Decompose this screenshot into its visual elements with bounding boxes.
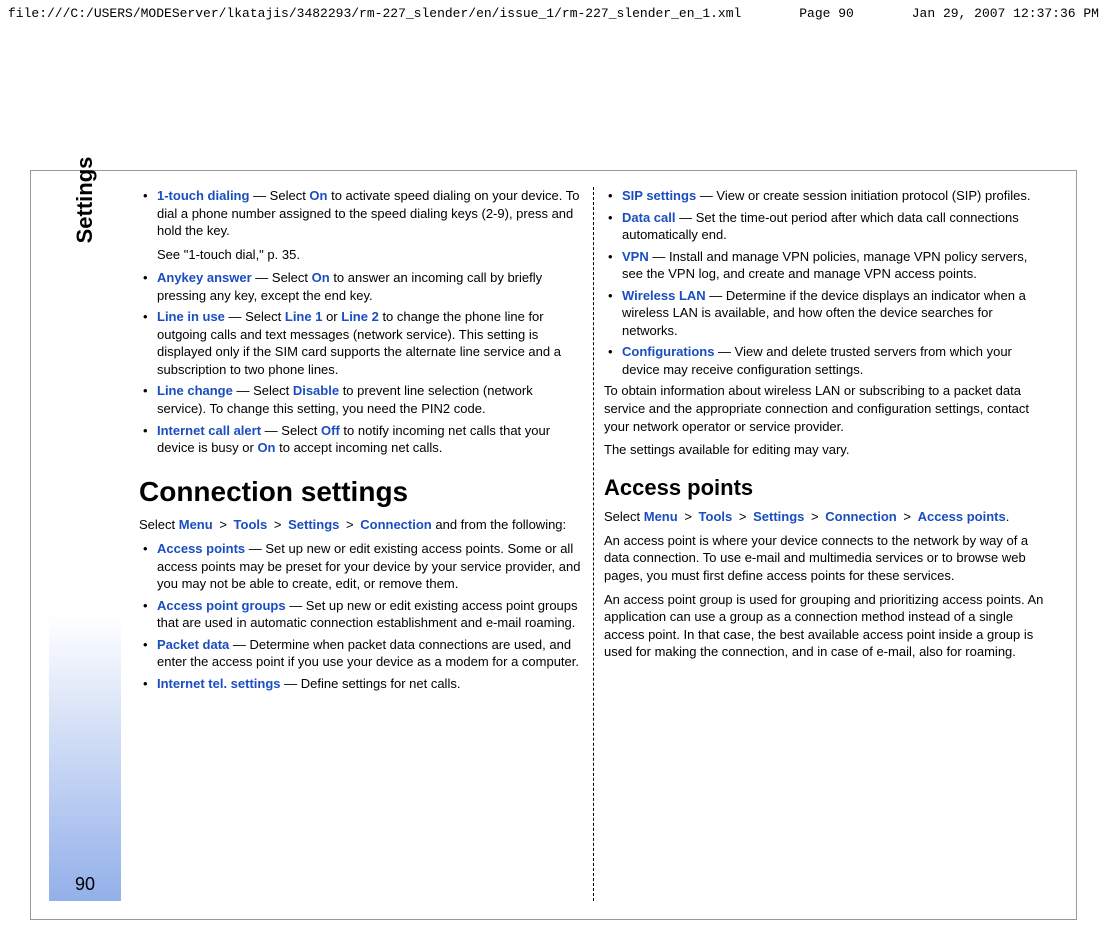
nav-part: Connection: [360, 517, 432, 532]
term: Configurations: [622, 344, 714, 359]
nav-path: Select Menu > Tools > Settings > Connect…: [604, 508, 1048, 526]
chevron-icon: >: [736, 509, 750, 524]
column-left: 1-touch dialing — Select On to activate …: [129, 187, 593, 901]
text: — Select: [261, 423, 321, 438]
paragraph: An access point group is used for groupi…: [604, 591, 1048, 661]
list-item: SIP settings — View or create session in…: [604, 187, 1048, 205]
list-item: 1-touch dialing — Select On to activate …: [139, 187, 583, 263]
text: — Select: [252, 270, 312, 285]
term: Wireless LAN: [622, 288, 706, 303]
list-item: Internet call alert — Select Off to noti…: [139, 422, 583, 457]
list-item: Data call — Set the time-out period afte…: [604, 209, 1048, 244]
term: Access points: [157, 541, 245, 556]
list-item: Packet data — Determine when packet data…: [139, 636, 583, 671]
nav-part: Connection: [825, 509, 897, 524]
list-item: Line change — Select Disable to prevent …: [139, 382, 583, 417]
term: Packet data: [157, 637, 229, 652]
list-item: Access points — Set up new or edit exist…: [139, 540, 583, 593]
text: — View or create session initiation prot…: [696, 188, 1030, 203]
text: — Set the time-out period after which da…: [622, 210, 1019, 243]
text: — Select: [233, 383, 293, 398]
term: Access point groups: [157, 598, 286, 613]
header-timestamp: Jan 29, 2007 12:37:36 PM: [912, 6, 1099, 21]
keyword: Off: [321, 423, 340, 438]
settings-list-3: SIP settings — View or create session in…: [604, 187, 1048, 378]
chevron-icon: >: [900, 509, 914, 524]
paragraph: An access point is where your device con…: [604, 532, 1048, 585]
term: Anykey answer: [157, 270, 252, 285]
keyword: On: [309, 188, 327, 203]
column-right: SIP settings — View or create session in…: [593, 187, 1058, 901]
text: — Select: [225, 309, 285, 324]
text: and from the following:: [435, 517, 566, 532]
list-item: Internet tel. settings — Define settings…: [139, 675, 583, 693]
keyword: On: [312, 270, 330, 285]
header-page: Page 90: [799, 6, 854, 21]
header-path: file:///C:/USERS/MODEServer/lkatajis/348…: [8, 6, 741, 21]
nav-part: Tools: [699, 509, 733, 524]
print-header: file:///C:/USERS/MODEServer/lkatajis/348…: [0, 0, 1107, 25]
chevron-icon: >: [808, 509, 822, 524]
term: SIP settings: [622, 188, 696, 203]
nav-path: Select Menu > Tools > Settings > Connect…: [139, 516, 583, 534]
content-columns: 1-touch dialing — Select On to activate …: [129, 187, 1058, 901]
nav-part: Menu: [644, 509, 678, 524]
page-number: 90: [75, 874, 95, 895]
text: or: [322, 309, 341, 324]
term: Line change: [157, 383, 233, 398]
paragraph: To obtain information about wireless LAN…: [604, 382, 1048, 435]
keyword: Line 1: [285, 309, 323, 324]
text: .: [1006, 509, 1010, 524]
term: VPN: [622, 249, 649, 264]
heading-connection-settings: Connection settings: [139, 473, 583, 511]
heading-access-points: Access points: [604, 473, 1048, 503]
term: Internet tel. settings: [157, 676, 281, 691]
settings-list-1: 1-touch dialing — Select On to activate …: [139, 187, 583, 457]
list-item: Access point groups — Set up new or edit…: [139, 597, 583, 632]
term: Internet call alert: [157, 423, 261, 438]
list-item: Configurations — View and delete trusted…: [604, 343, 1048, 378]
chevron-icon: >: [216, 517, 230, 532]
text: to accept incoming net calls.: [276, 440, 443, 455]
side-section-label: Settings: [72, 157, 98, 244]
term: 1-touch dialing: [157, 188, 249, 203]
chevron-icon: >: [271, 517, 285, 532]
text: Select: [139, 517, 179, 532]
nav-part: Menu: [179, 517, 213, 532]
nav-part: Settings: [288, 517, 339, 532]
text: See "1-touch dial," p. 35.: [157, 246, 583, 264]
term: Line in use: [157, 309, 225, 324]
nav-part: Access points: [918, 509, 1006, 524]
text: — Install and manage VPN policies, manag…: [622, 249, 1027, 282]
list-item: Line in use — Select Line 1 or Line 2 to…: [139, 308, 583, 378]
list-item: VPN — Install and manage VPN policies, m…: [604, 248, 1048, 283]
chevron-icon: >: [343, 517, 357, 532]
term: Data call: [622, 210, 675, 225]
page-body: Settings 90 1-touch dialing — Select On …: [30, 170, 1077, 920]
text: — Define settings for net calls.: [281, 676, 461, 691]
keyword: Disable: [293, 383, 339, 398]
list-item: Wireless LAN — Determine if the device d…: [604, 287, 1048, 340]
keyword: On: [257, 440, 275, 455]
paragraph: The settings available for editing may v…: [604, 441, 1048, 459]
settings-list-2: Access points — Set up new or edit exist…: [139, 540, 583, 692]
nav-part: Tools: [234, 517, 268, 532]
page-gutter: Settings 90: [49, 187, 121, 901]
nav-part: Settings: [753, 509, 804, 524]
chevron-icon: >: [681, 509, 695, 524]
list-item: Anykey answer — Select On to answer an i…: [139, 269, 583, 304]
keyword: Line 2: [341, 309, 379, 324]
text: — Select: [249, 188, 309, 203]
text: Select: [604, 509, 644, 524]
